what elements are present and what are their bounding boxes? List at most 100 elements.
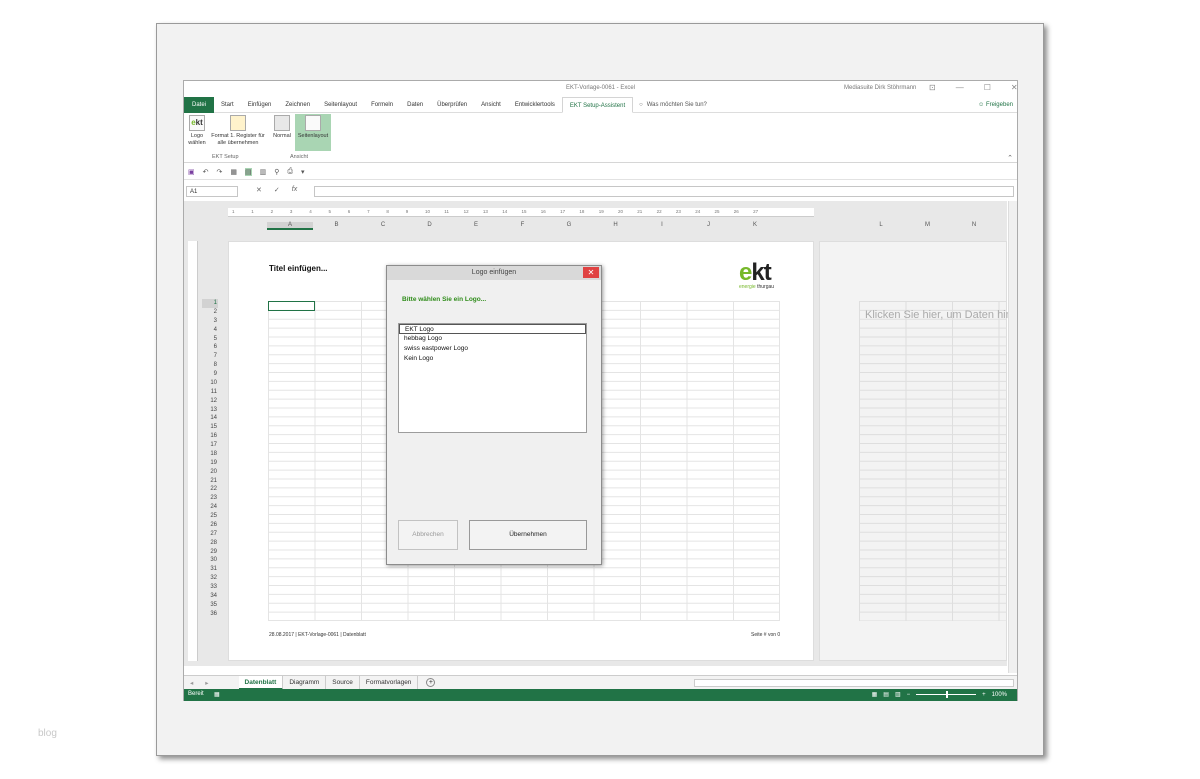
row-header[interactable]: 4 [202,326,218,335]
row-header[interactable]: 18 [202,450,218,459]
column-header[interactable]: M [905,222,951,228]
tab-review[interactable]: Überprüfen [430,97,474,113]
normal-view-button[interactable]: Normal [270,115,294,140]
row-header[interactable]: 15 [202,423,218,432]
name-box[interactable]: A1 [186,186,238,197]
redo-icon[interactable]: ↷ [217,168,223,176]
tab-ekt-setup[interactable]: EKT Setup-Assistent [561,96,634,113]
column-header[interactable]: B [314,222,360,228]
format-apply-button[interactable]: Format 1. Register für alle übernehmen [208,115,268,147]
column-header[interactable]: E [453,222,499,228]
customize-qat-icon[interactable]: ▾ [301,168,305,176]
row-header[interactable]: 31 [202,565,218,574]
tab-view[interactable]: Ansicht [474,97,508,113]
page-layout-small-icon[interactable]: ▤ [245,167,252,176]
row-header[interactable]: 34 [202,592,218,601]
row-header[interactable]: 3 [202,317,218,326]
vertical-scrollbar[interactable] [1008,201,1017,673]
normal-view-status-icon[interactable]: ▦ [872,691,878,698]
row-header[interactable]: 33 [202,583,218,592]
row-header[interactable]: 16 [202,432,218,441]
column-header[interactable]: F [500,222,546,228]
sheet-tab-formatvorlagen[interactable]: Formatvorlagen [360,675,419,690]
page-layout-view-button[interactable]: Seitenlayout [295,114,331,151]
row-header[interactable]: 5 [202,335,218,344]
zoom-slider[interactable] [916,691,977,698]
row-header[interactable]: 12 [202,397,218,406]
tab-developer[interactable]: Entwicklertools [508,97,562,113]
logo-select-button[interactable]: ekt Logo wählen [186,115,208,147]
column-header[interactable]: A [267,222,313,230]
dialog-close-icon[interactable]: ✕ [583,267,599,278]
zoom-level[interactable]: 100% [992,692,1007,698]
row-header[interactable]: 7 [202,352,218,361]
tab-data[interactable]: Daten [400,97,430,113]
next-sheet-icon[interactable]: ▸ [199,679,214,687]
share-button[interactable]: ☺ Freigeben [978,97,1013,113]
row-header[interactable]: 8 [202,361,218,370]
row-header[interactable]: 21 [202,477,218,486]
sheet-tab-datenblatt[interactable]: Datenblatt [238,675,284,690]
logo-listbox[interactable]: EKT Logo hebbag Logo swiss eastpower Log… [398,323,587,433]
column-header[interactable]: C [360,222,406,228]
row-header[interactable]: 10 [202,379,218,388]
row-header[interactable]: 35 [202,601,218,610]
add-sheet-icon[interactable]: + [426,678,436,687]
close-icon[interactable]: ✕ [1011,83,1018,92]
column-header[interactable]: I [639,222,685,228]
row-header[interactable]: 25 [202,512,218,521]
collapse-ribbon-icon[interactable]: ⌃ [1007,154,1013,162]
zoom-in-icon[interactable]: + [982,692,986,698]
horizontal-scrollbar[interactable] [694,679,1014,687]
click-to-add-data-hint[interactable]: Klicken Sie hier, um Daten hin [865,309,1008,321]
row-header[interactable]: 30 [202,556,218,565]
row-header[interactable]: 26 [202,521,218,530]
normal-view-small-icon[interactable]: ▦ [230,168,237,176]
row-header[interactable]: 14 [202,414,218,423]
column-header[interactable]: J [686,222,732,228]
zoom-out-icon[interactable]: − [907,692,911,698]
row-header[interactable]: 1 [202,299,218,308]
apply-button[interactable]: Übernehmen [469,520,587,550]
cell-grid-page2[interactable] [859,301,1007,621]
sheet-tab-source[interactable]: Source [326,675,360,690]
tab-page-layout[interactable]: Seitenlayout [317,97,364,113]
page-title[interactable]: Titel einfügen... [269,264,328,273]
macro-record-icon[interactable]: ▦ [214,691,220,698]
column-header[interactable]: G [546,222,592,228]
tab-insert[interactable]: Einfügen [241,97,279,113]
row-header[interactable]: 2 [202,308,218,317]
row-header[interactable]: 24 [202,503,218,512]
maximize-icon[interactable]: ☐ [984,83,991,92]
confirm-formula-icon[interactable]: ✓ [274,186,280,194]
row-header[interactable]: 20 [202,468,218,477]
row-header[interactable]: 11 [202,388,218,397]
print-icon[interactable]: ⎙ [287,168,293,176]
prev-sheet-icon[interactable]: ◂ [184,679,199,687]
row-header[interactable]: 19 [202,459,218,468]
row-header[interactable]: 23 [202,494,218,503]
tab-start[interactable]: Start [214,97,241,113]
row-header[interactable]: 27 [202,530,218,539]
ribbon-display-icon[interactable]: ⊡ [929,83,936,92]
insert-function-icon[interactable]: fx [292,186,297,194]
selected-cell-a1[interactable] [268,301,315,311]
column-header[interactable]: D [407,222,453,228]
page-setup-icon[interactable]: ▥ [260,168,267,176]
list-item[interactable]: EKT Logo [399,324,586,334]
page-layout-status-icon[interactable]: ▤ [883,691,889,698]
cancel-button[interactable]: Abbrechen [398,520,458,550]
cancel-formula-icon[interactable]: ✕ [256,186,262,194]
row-header[interactable]: 6 [202,343,218,352]
tab-formulas[interactable]: Formeln [364,97,400,113]
row-header[interactable]: 17 [202,441,218,450]
tab-file[interactable]: Datei [184,96,215,113]
list-item[interactable]: hebbag Logo [399,334,586,344]
row-header[interactable]: 29 [202,548,218,557]
row-header[interactable]: 28 [202,539,218,548]
save-icon[interactable]: ▣ [188,168,195,176]
column-header[interactable]: N [951,222,997,228]
page-break-status-icon[interactable]: ▥ [895,691,901,698]
column-header[interactable]: K [732,222,778,228]
undo-icon[interactable]: ↶ [203,168,209,176]
